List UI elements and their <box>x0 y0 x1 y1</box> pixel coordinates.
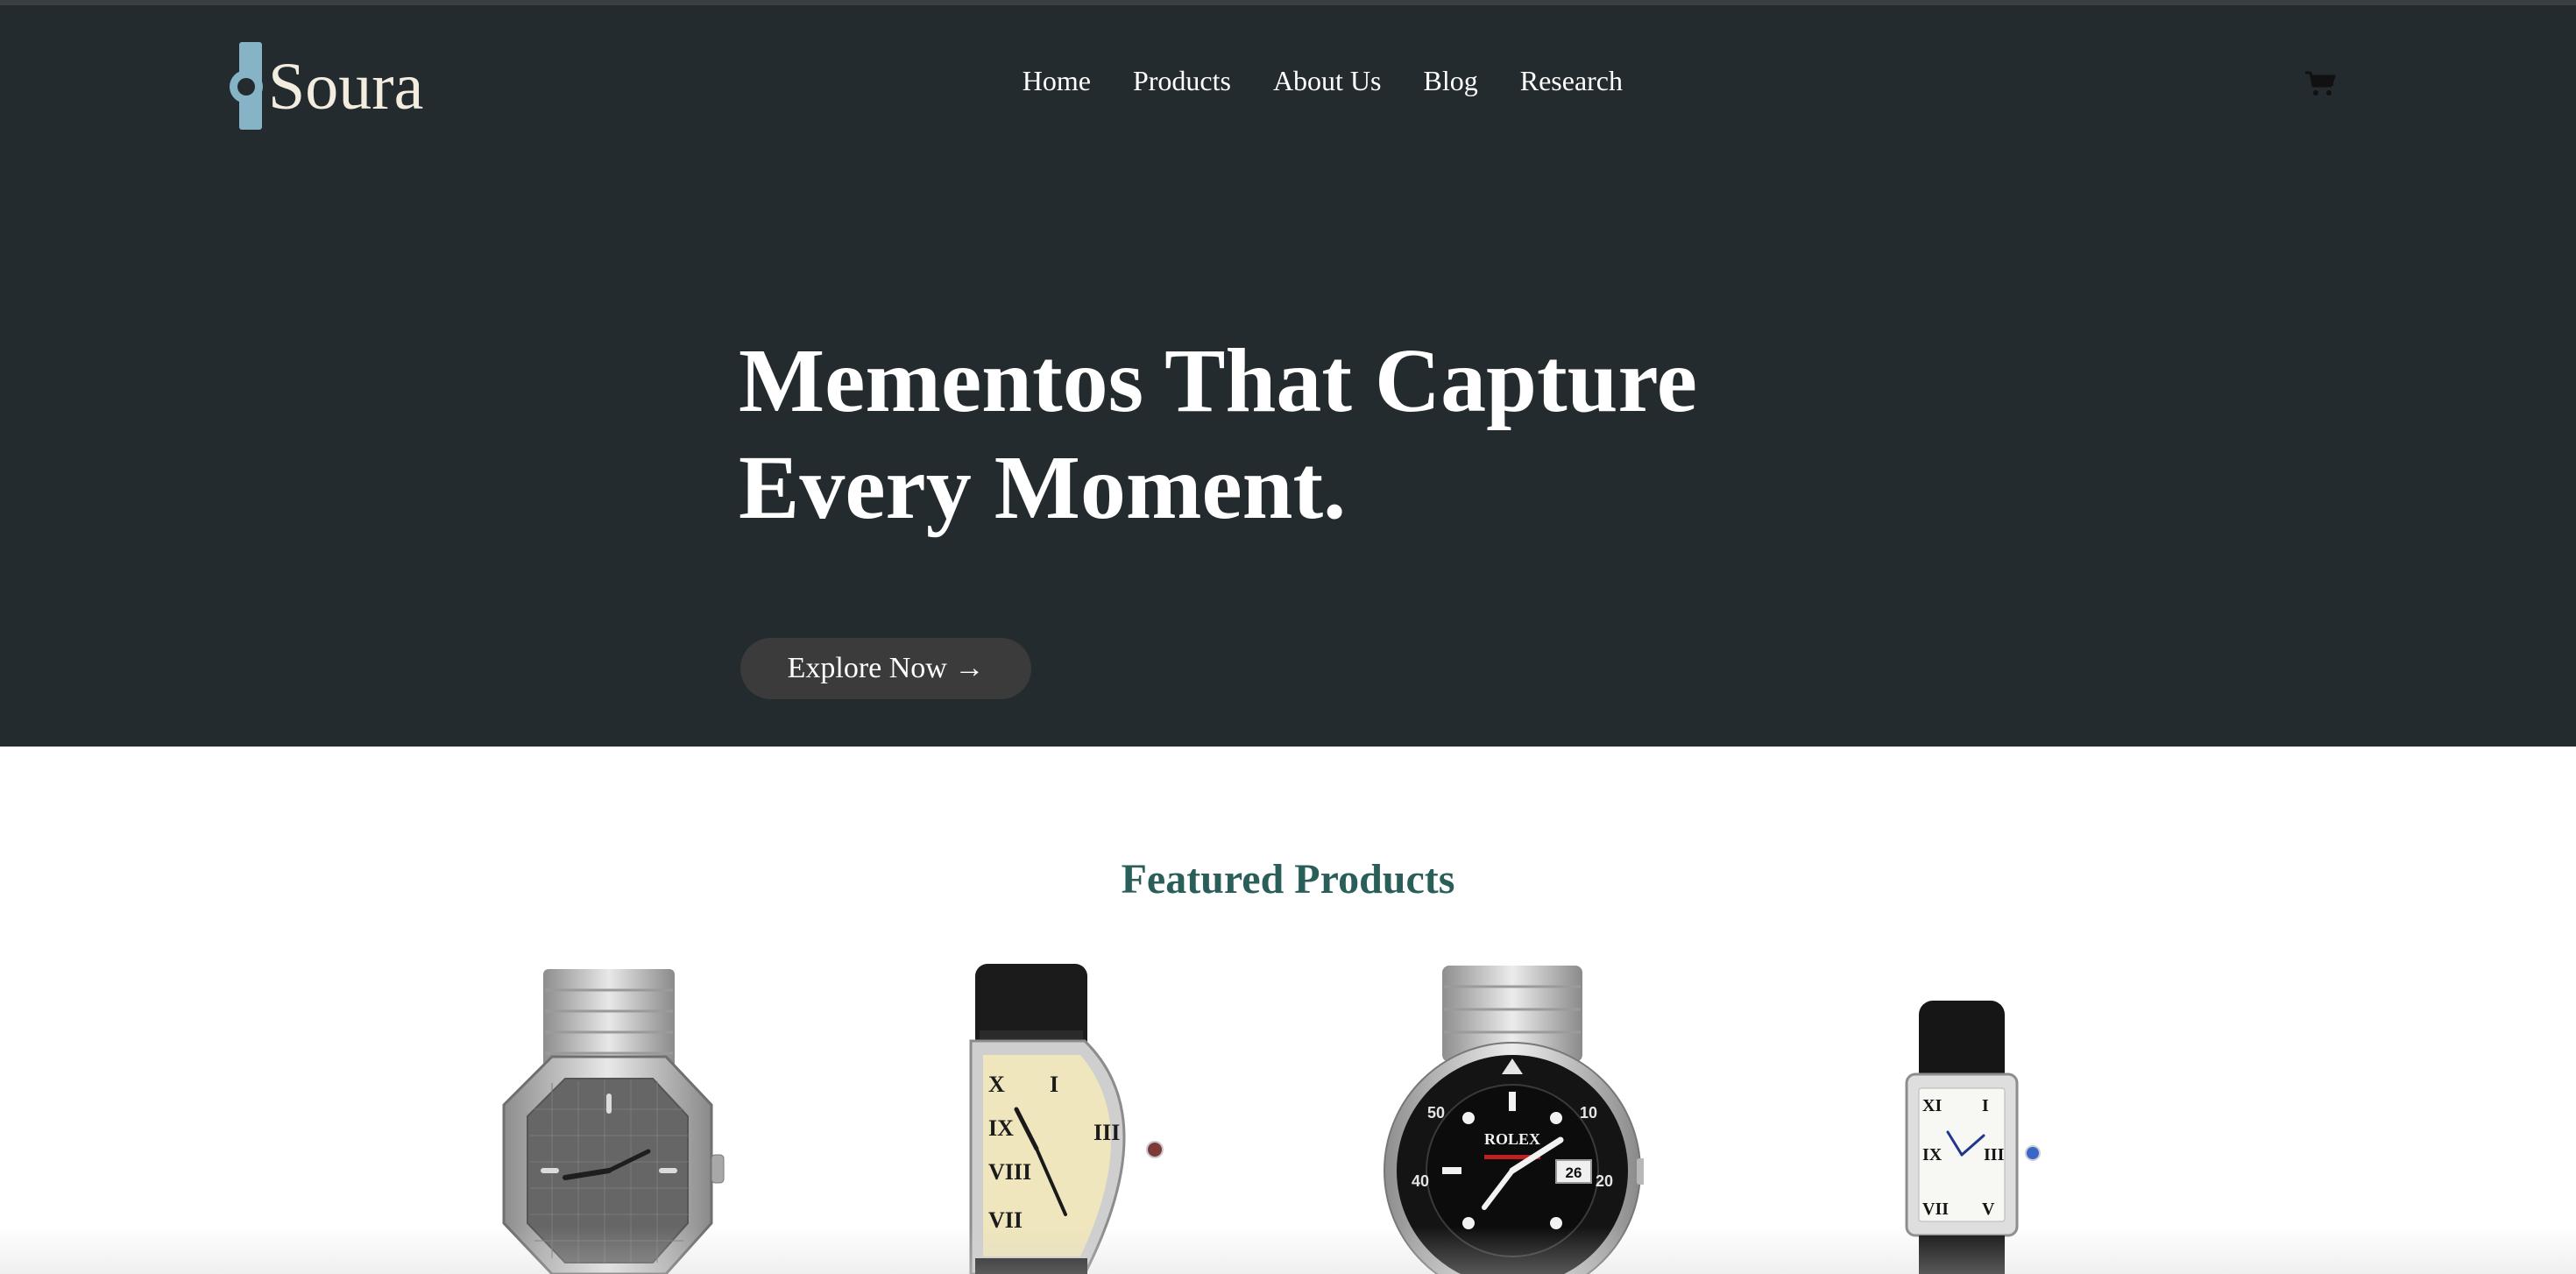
svg-text:III: III <box>1093 1120 1120 1145</box>
svg-text:26: 26 <box>1566 1164 1582 1181</box>
svg-text:XI: XI <box>1922 1096 1942 1115</box>
featured-products-title: Featured Products <box>1121 856 1455 902</box>
main-nav: Home Products About Us Blog Research <box>1023 65 1623 97</box>
svg-text:ROLEX: ROLEX <box>1484 1130 1540 1148</box>
svg-text:VII: VII <box>1922 1200 1949 1219</box>
product-image-cream-leather-watch[interactable]: XIXVIII VIIIIII <box>953 960 1172 1274</box>
svg-text:40: 40 <box>1412 1172 1429 1190</box>
nav-research[interactable]: Research <box>1520 65 1623 97</box>
svg-text:10: 10 <box>1580 1104 1597 1122</box>
explore-now-button[interactable]: Explore Now → <box>740 638 1031 699</box>
svg-text:20: 20 <box>1596 1172 1613 1190</box>
hero-section: Soura Home Products About Us Blog Resear… <box>0 5 2576 747</box>
hero-title-line-1: Mementos That Capture <box>739 330 1697 431</box>
nav-home[interactable]: Home <box>1023 65 1091 97</box>
brand-name: Soura <box>268 50 424 124</box>
svg-text:VIII: VIII <box>988 1159 1031 1185</box>
hero-title-line-2: Every Moment. <box>739 437 1347 538</box>
svg-text:III: III <box>1984 1145 2005 1164</box>
svg-text:50: 50 <box>1427 1104 1445 1122</box>
nav-about-us[interactable]: About Us <box>1273 65 1382 97</box>
svg-text:IX: IX <box>988 1115 1014 1141</box>
svg-text:X: X <box>988 1072 1005 1097</box>
brand-logo[interactable]: Soura <box>230 42 423 130</box>
svg-text:VII: VII <box>988 1207 1023 1233</box>
svg-text:IX: IX <box>1922 1145 1943 1164</box>
hero-title: Mementos That Capture Every Moment. <box>739 328 1697 541</box>
product-image-silver-bracelet-watch[interactable] <box>482 960 745 1274</box>
cart-icon[interactable] <box>2304 70 2336 98</box>
watch-logo-icon <box>230 42 265 130</box>
featured-products-row: X IX VIII VII I III 50 10 40 20 26 ROLEX… <box>0 960 2576 1274</box>
nav-blog[interactable]: Blog <box>1424 65 1478 97</box>
product-image-tank-watch[interactable]: XI I IX III VII V <box>1900 960 2049 1274</box>
svg-text:I: I <box>1982 1096 1989 1115</box>
product-image-diver-watch[interactable]: 50 10 40 20 26 ROLEX <box>1381 960 1644 1274</box>
nav-products[interactable]: Products <box>1133 65 1231 97</box>
svg-text:I: I <box>1050 1072 1058 1097</box>
svg-text:V: V <box>1982 1200 1995 1219</box>
